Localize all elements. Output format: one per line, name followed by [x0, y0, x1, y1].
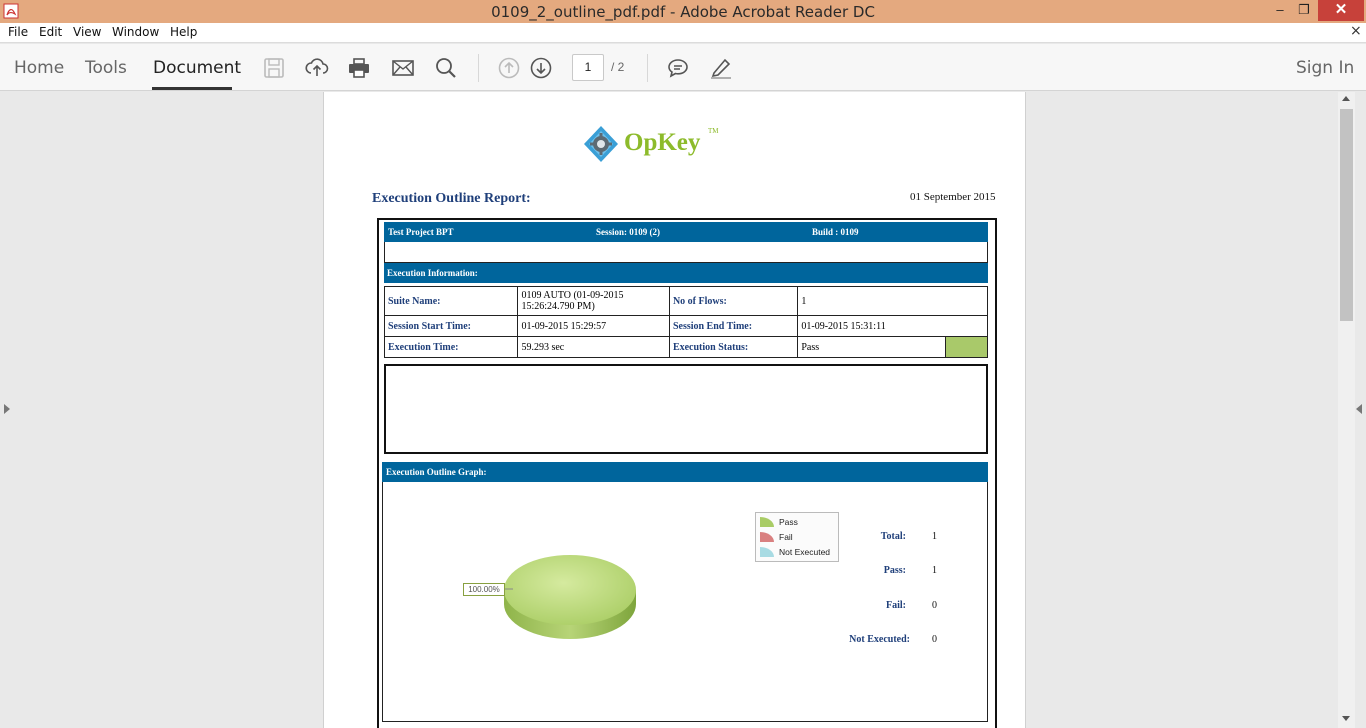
report-header-band: Test Project BPT Session: 0109 (2) Build… [384, 222, 988, 242]
pass-value: 1 [932, 565, 937, 576]
scroll-thumb[interactable] [1340, 109, 1353, 321]
logo-trademark: TM [708, 127, 719, 135]
title-bar: 0109_2_outline_pdf.pdf - Adobe Acrobat R… [0, 0, 1366, 23]
pie-label-leader [505, 588, 513, 590]
email-icon[interactable] [391, 56, 415, 80]
total-label: Total: [880, 531, 906, 542]
opkey-logo: OpKey TM [582, 124, 719, 164]
status-color-swatch [944, 336, 989, 358]
suite-name-value: 0109 AUTO (01-09-2015 15:26:24.790 PM) [517, 286, 670, 316]
search-icon[interactable] [434, 56, 458, 80]
tab-document[interactable]: Document [153, 58, 241, 78]
suite-name-label: Suite Name: [383, 286, 519, 316]
build-info: Build : 0109 [812, 227, 859, 237]
active-tab-indicator [152, 87, 232, 90]
legend-label-not-executed: Not Executed [779, 547, 831, 557]
table-row: Execution Time: 59.293 sec Execution Sta… [383, 336, 989, 358]
execution-info-band: Execution Information: [384, 263, 988, 283]
not-executed-value: 0 [932, 634, 937, 645]
left-panel-toggle[interactable] [4, 404, 10, 414]
graph-band: Execution Outline Graph: [382, 462, 988, 482]
legend-swatch-pass [760, 517, 774, 527]
legend-swatch-not-executed [760, 547, 774, 557]
menu-bar: File Edit View Window Help × [0, 23, 1366, 43]
graph-title: Execution Outline Graph: [386, 467, 487, 477]
table-row: Session Start Time: 01-09-2015 15:29:57 … [383, 315, 988, 337]
close-document-button[interactable]: × [1350, 23, 1362, 39]
menu-help[interactable]: Help [170, 25, 197, 39]
table-row: Suite Name: 0109 AUTO (01-09-2015 15:26:… [383, 286, 988, 316]
menu-view[interactable]: View [73, 25, 101, 39]
flows-label: No of Flows: [668, 286, 799, 316]
execution-status-value: Pass [797, 336, 946, 358]
menu-window[interactable]: Window [112, 25, 159, 39]
pie-chart [504, 555, 636, 639]
not-executed-label: Not Executed: [849, 634, 910, 645]
scroll-up-arrow-icon[interactable] [1342, 96, 1350, 101]
legend-label-fail: Fail [779, 532, 793, 542]
report-date: 01 September 2015 [910, 191, 996, 203]
right-panel-toggle[interactable] [1356, 404, 1362, 414]
pie-percentage-label: 100.00% [463, 583, 505, 596]
page-number-input[interactable]: 1 [572, 54, 604, 81]
session-start-value: 01-09-2015 15:29:57 [517, 315, 670, 337]
legend-swatch-fail [760, 532, 774, 542]
empty-row [384, 242, 988, 263]
tab-home[interactable]: Home [14, 58, 64, 78]
execution-time-value: 59.293 sec [517, 336, 670, 358]
window-title: 0109_2_outline_pdf.pdf - Adobe Acrobat R… [491, 3, 875, 21]
page-down-icon[interactable] [529, 56, 553, 80]
scroll-down-arrow-icon[interactable] [1342, 716, 1350, 721]
upload-icon[interactable] [305, 56, 329, 80]
pdf-page: OpKey TM Execution Outline Report: 01 Se… [323, 92, 1026, 728]
close-window-button[interactable]: ✕ [1318, 0, 1364, 21]
tab-tools[interactable]: Tools [85, 58, 127, 78]
restore-button[interactable]: ❐ [1289, 0, 1319, 21]
pie-slice-pass [504, 555, 636, 625]
execution-status-label: Execution Status: [668, 336, 799, 358]
session-start-label: Session Start Time: [383, 315, 519, 337]
page-total: / 2 [611, 60, 625, 74]
toolbar-separator [478, 54, 479, 82]
vertical-scrollbar[interactable] [1338, 92, 1355, 728]
toolbar-separator [647, 54, 648, 82]
fail-label: Fail: [886, 600, 906, 611]
report-title: Execution Outline Report: [372, 191, 531, 206]
session-end-value: 01-09-2015 15:31:11 [797, 315, 988, 337]
total-value: 1 [932, 531, 937, 542]
report-frame: Test Project BPT Session: 0109 (2) Build… [377, 218, 997, 728]
menu-edit[interactable]: Edit [39, 25, 62, 39]
notes-box [384, 364, 988, 454]
toolbar: Home Tools Document 1 / 2 Sign In [0, 44, 1366, 91]
execution-info-table: Suite Name: 0109 AUTO (01-09-2015 15:26:… [383, 286, 989, 358]
project-name: Test Project BPT [388, 227, 454, 237]
save-icon[interactable] [262, 56, 286, 80]
pass-label: Pass: [883, 565, 906, 576]
page-up-icon[interactable] [497, 56, 521, 80]
print-icon[interactable] [347, 56, 371, 80]
legend-label-pass: Pass [779, 517, 798, 527]
session-end-label: Session End Time: [668, 315, 799, 337]
execution-info-title: Execution Information: [387, 268, 478, 278]
session-info: Session: 0109 (2) [596, 227, 661, 237]
execution-time-label: Execution Time: [383, 336, 519, 358]
logo-text: OpKey [624, 129, 701, 156]
menu-file[interactable]: File [8, 25, 28, 39]
sign-in-link[interactable]: Sign In [1296, 58, 1354, 78]
graph-area: 100.00% Pass Fail Not Executed Total: 1 … [382, 482, 988, 722]
flows-value: 1 [797, 286, 988, 316]
highlight-pen-icon[interactable] [709, 56, 733, 80]
comment-icon[interactable] [666, 56, 690, 80]
opkey-logo-icon [584, 126, 618, 162]
fail-value: 0 [932, 600, 937, 611]
